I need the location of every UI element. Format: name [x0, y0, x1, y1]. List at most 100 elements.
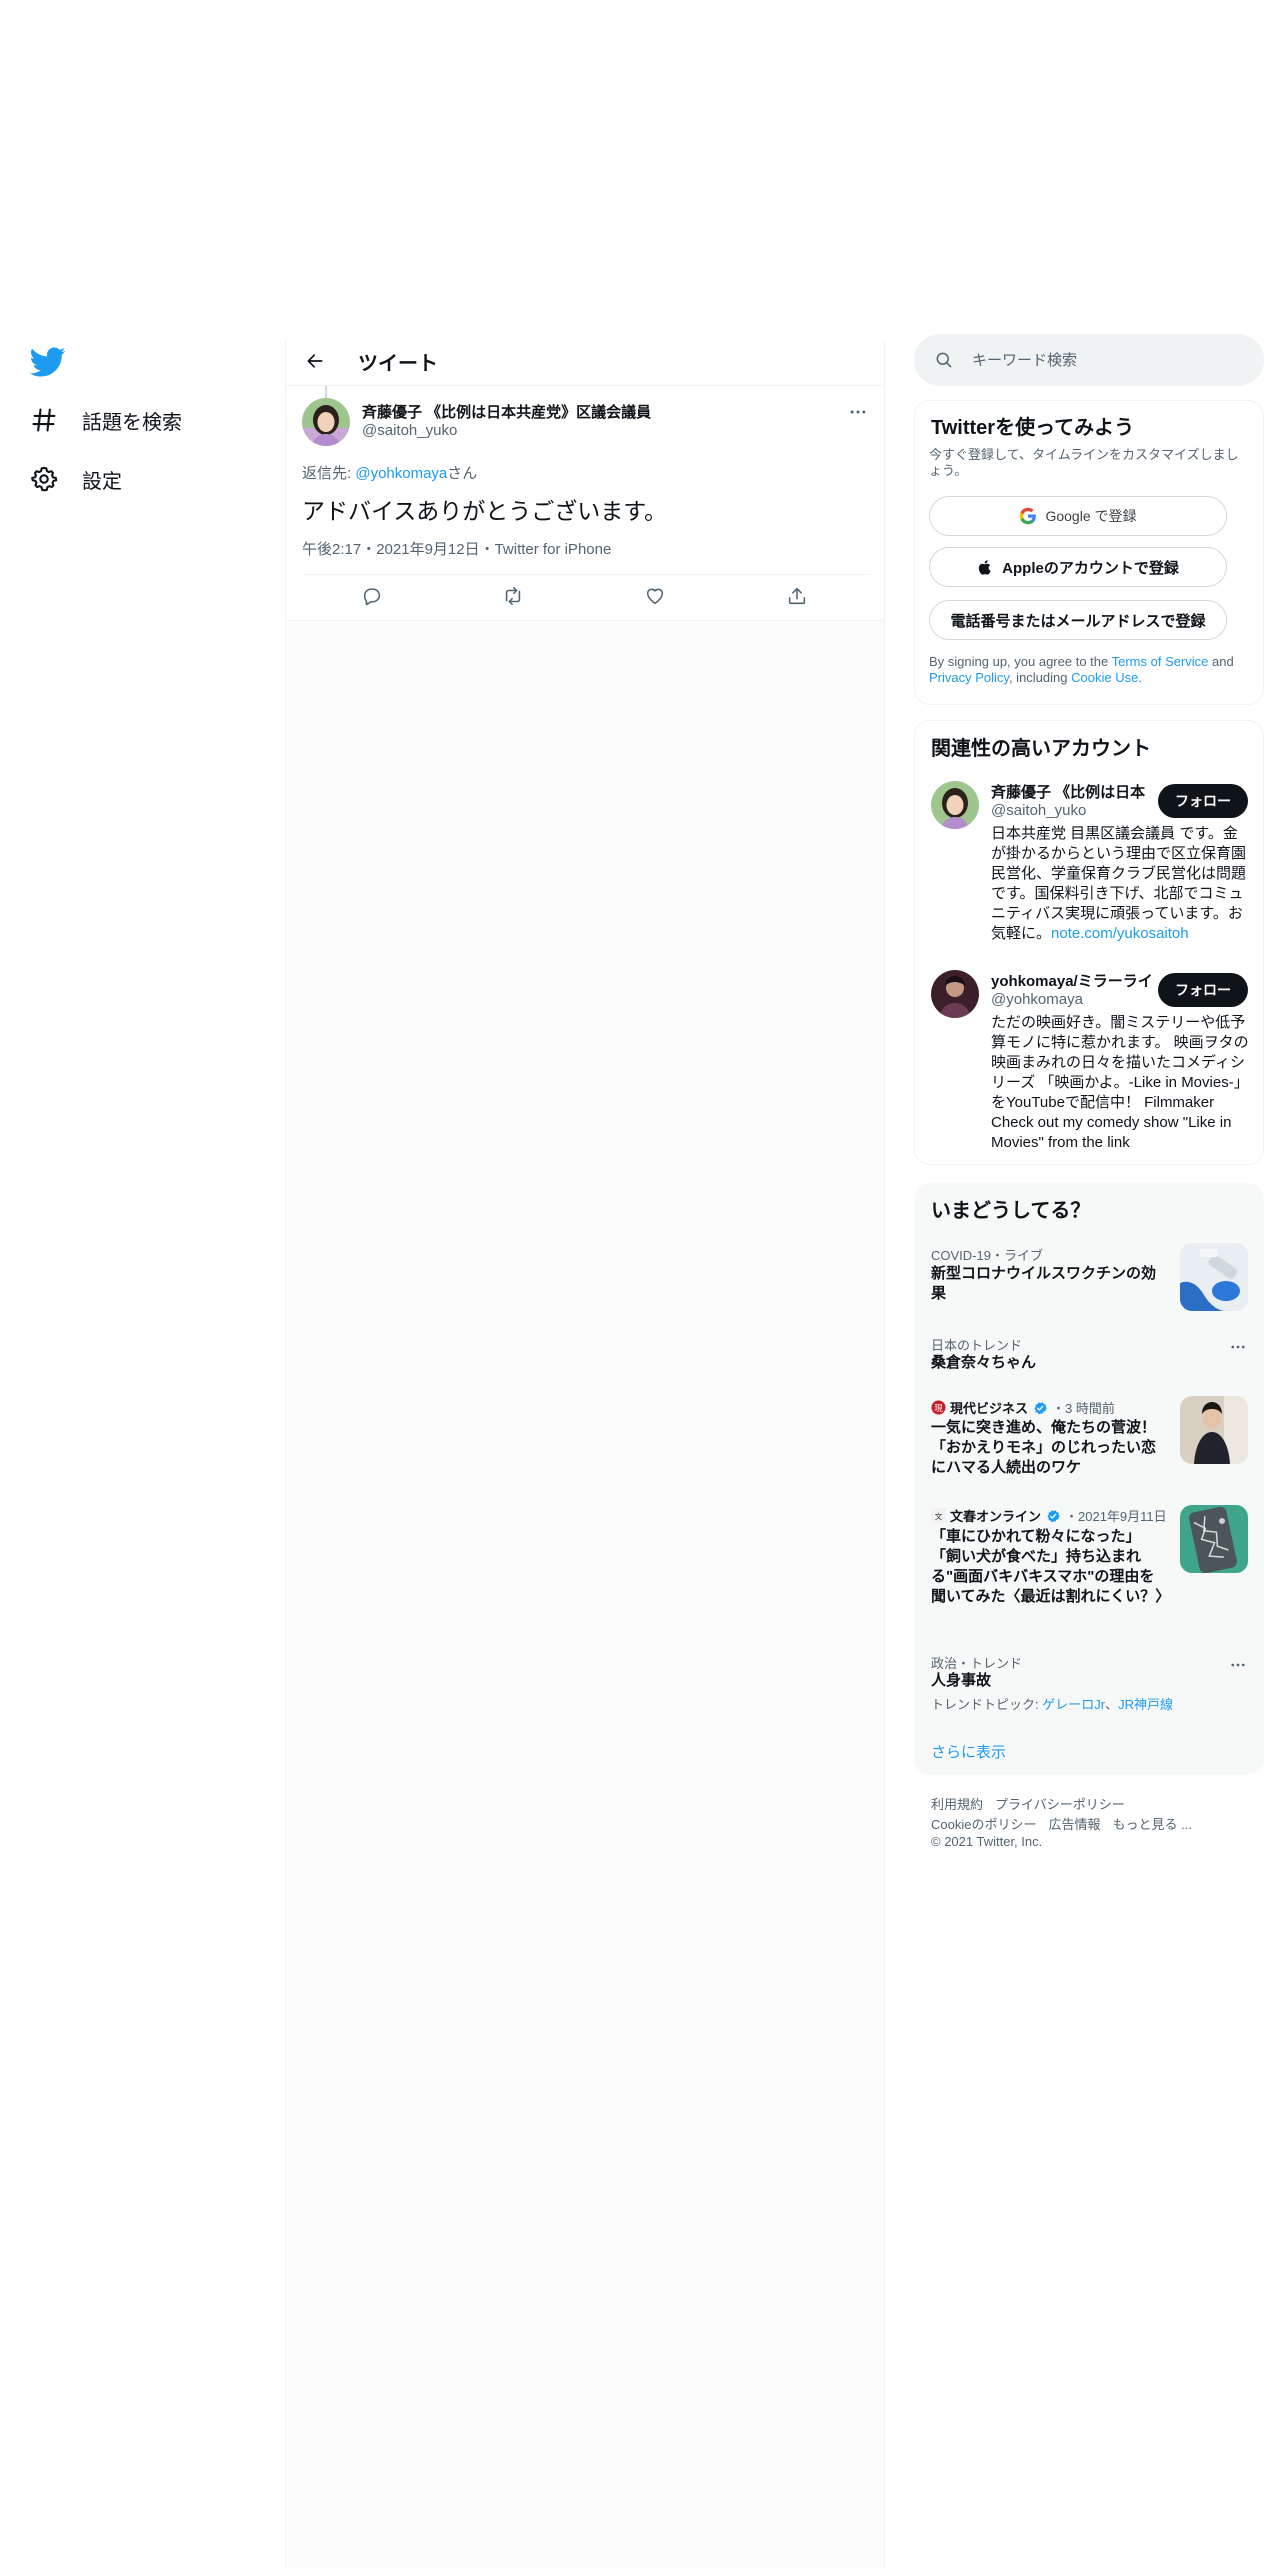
- verified-badge-icon: [1032, 1400, 1048, 1416]
- nav-settings[interactable]: 設定: [30, 459, 122, 499]
- search-bar[interactable]: [914, 334, 1264, 386]
- gear-icon: [30, 465, 58, 493]
- footer-terms-link[interactable]: 利用規約: [931, 1794, 983, 1813]
- trend-topic-link[interactable]: JR神戸線: [1118, 1697, 1173, 1712]
- account-bio: ただの映画好き。闇ミステリーや低予算モノに特に惹かれます。 映画ヲタの映画まみれ…: [991, 1014, 1249, 1151]
- trend-topic-link[interactable]: ゲレーロJr: [1042, 1697, 1105, 1712]
- legal-text-1: By signing up, you agree to the: [929, 654, 1112, 669]
- account-name[interactable]: yohkomaya/ミラーライ: [991, 970, 1151, 991]
- trend-thumbnail[interactable]: [1180, 1396, 1248, 1464]
- trend-more-button[interactable]: [1228, 1655, 1248, 1675]
- svg-text:文: 文: [935, 1511, 943, 1521]
- like-button[interactable]: [643, 584, 667, 608]
- trends-title: いまどうしてる？: [931, 1200, 1091, 1222]
- footer-links-row: Cookieのポリシー 広告情報 もっと見る ...: [931, 1814, 1192, 1833]
- trend-topic-separator: 、: [1105, 1697, 1119, 1712]
- trend-title[interactable]: 一気に突き進め、俺たちの菅波！「おかえりモネ」のじれったい恋にハマる人続出のワケ: [931, 1418, 1163, 1478]
- legal-text-2: and: [1208, 654, 1234, 669]
- signup-legal-text: By signing up, you agree to the Terms of…: [929, 654, 1247, 686]
- trend-title[interactable]: 新型コロナウイルスワクチンの効果: [931, 1264, 1163, 1304]
- trend-meta: 日本のトレンド: [931, 1338, 1023, 1353]
- ellipsis-icon: [1229, 1656, 1247, 1674]
- meta-divider: [302, 574, 870, 575]
- footer-ads-link[interactable]: 広告情報: [1048, 1814, 1100, 1833]
- reply-suffix: さん: [447, 465, 478, 482]
- legal-text-4: .: [1138, 670, 1142, 685]
- back-button[interactable]: [300, 346, 330, 376]
- header-divider: [286, 385, 884, 386]
- trend-topics-prefix: トレンドトピック:: [931, 1697, 1043, 1712]
- avatar[interactable]: [302, 398, 350, 446]
- apple-icon: [977, 559, 994, 576]
- retweet-button[interactable]: [501, 584, 525, 608]
- news-source-name: 現代ビジネス: [950, 1401, 1029, 1416]
- author-name[interactable]: 斉藤優子 《比例は日本共産党》区議会議員: [362, 401, 651, 422]
- google-signup-label: Google で登録: [1045, 508, 1137, 524]
- trend-time: ・2021年9月11日: [1065, 1509, 1167, 1524]
- footer-privacy-link[interactable]: プライバシーポリシー: [995, 1794, 1125, 1813]
- phone-email-signup-button[interactable]: 電話番号またはメールアドレスで登録: [929, 600, 1227, 640]
- signup-title: Twitterを使ってみよう: [931, 417, 1135, 439]
- trend-more-button[interactable]: [1228, 1337, 1248, 1357]
- trend-topics: トレンドトピック: ゲレーロJr、JR神戸線: [931, 1694, 1173, 1713]
- apple-signup-button[interactable]: Appleのアカウントで登録: [929, 547, 1227, 587]
- footer-cookie-link[interactable]: Cookieのポリシー: [931, 1814, 1036, 1833]
- signup-description: 今すぐ登録して、タイムラインをカスタマイズしましょう。: [929, 447, 1239, 478]
- trend-title[interactable]: 桑倉奈々ちゃん: [931, 1353, 1163, 1373]
- reply-to-link[interactable]: @yohkomaya: [355, 465, 447, 482]
- reply-icon: [361, 585, 383, 607]
- tweet-timestamp[interactable]: 午後2:17・2021年9月12日・Twitter for iPhone: [302, 538, 611, 559]
- footer-more-link[interactable]: もっと見る ...: [1112, 1814, 1191, 1833]
- account-bio-link[interactable]: note.com/yukosaitoh: [1051, 925, 1189, 942]
- google-icon: [1019, 507, 1037, 525]
- relevant-accounts-title: 関連性の高いアカウント: [931, 738, 1151, 760]
- hashtag-icon: [30, 406, 58, 434]
- google-signup-button[interactable]: Google で登録: [929, 496, 1227, 536]
- page-title: ツイート: [358, 353, 438, 375]
- footer-copyright: © 2021 Twitter, Inc.: [931, 1834, 1042, 1849]
- trend-thumbnail[interactable]: [1180, 1505, 1248, 1573]
- avatar[interactable]: [931, 970, 979, 1018]
- trend-time: ・3 時間前: [1052, 1401, 1115, 1416]
- ellipsis-icon: [1229, 1338, 1247, 1356]
- show-more-link[interactable]: さらに表示: [931, 1741, 1006, 1762]
- reply-context: 返信先: @yohkomayaさん: [302, 462, 477, 483]
- tweet-text: アドバイスありがとうございます。: [302, 498, 668, 524]
- terms-of-service-link[interactable]: Terms of Service: [1112, 654, 1209, 669]
- nav-explore-label: 話題を検索: [82, 411, 182, 434]
- account-name[interactable]: 斉藤優子 《比例は日本: [991, 781, 1151, 802]
- svg-text:現: 現: [934, 1403, 943, 1413]
- author-handle[interactable]: @saitoh_yuko: [362, 422, 457, 439]
- twitter-logo-icon[interactable]: [30, 344, 66, 380]
- avatar[interactable]: [931, 781, 979, 829]
- copyright-text: © 2021 Twitter, Inc.: [931, 1834, 1043, 1849]
- trend-meta: 現 現代ビジネス ・3 時間前: [931, 1398, 1115, 1417]
- follow-button[interactable]: フォロー: [1158, 784, 1248, 818]
- follow-button[interactable]: フォロー: [1158, 973, 1248, 1007]
- retweet-icon: [502, 585, 524, 607]
- reply-button[interactable]: [360, 584, 384, 608]
- news-source-logo-icon: 現: [931, 1400, 946, 1415]
- news-source-logo-icon: 文: [931, 1508, 946, 1523]
- column-divider-right: [884, 340, 885, 2568]
- apple-signup-label: Appleのアカウントで登録: [1002, 559, 1179, 577]
- account-handle[interactable]: @saitoh_yuko: [991, 802, 1086, 819]
- search-icon: [934, 350, 954, 370]
- trend-title[interactable]: 人身事故: [931, 1671, 1163, 1691]
- more-options-button[interactable]: [846, 400, 870, 424]
- share-button[interactable]: [785, 584, 809, 608]
- main-column-empty-area: [286, 620, 884, 2568]
- account-bio: 日本共産党 目黒区議会議員 です。金が掛かるからという理由で区立保育園民営化、学…: [991, 824, 1249, 944]
- share-icon: [786, 585, 808, 607]
- trend-title[interactable]: 「車にひかれて粉々になった」「飼い犬が食べた」持ち込まれる"画面バキバキスマホ"…: [931, 1527, 1170, 1607]
- trend-meta: 文 文春オンライン ・2021年9月11日: [931, 1506, 1167, 1525]
- account-handle[interactable]: @yohkomaya: [991, 991, 1083, 1008]
- privacy-policy-link[interactable]: Privacy Policy: [929, 670, 1009, 685]
- thread-connector: [325, 386, 327, 398]
- nav-explore[interactable]: 話題を検索: [30, 400, 182, 440]
- footer-links-row: 利用規約 プライバシーポリシー: [931, 1794, 1125, 1813]
- cookie-use-link[interactable]: Cookie Use: [1071, 670, 1138, 685]
- trend-thumbnail[interactable]: [1180, 1243, 1248, 1311]
- search-input[interactable]: [972, 351, 1232, 369]
- nav-settings-label: 設定: [82, 470, 122, 493]
